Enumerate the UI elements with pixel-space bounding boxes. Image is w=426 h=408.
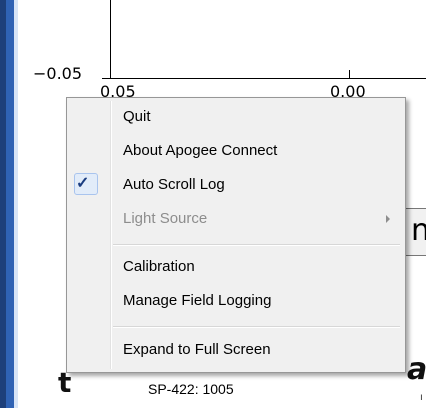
menu-item-about-apogee-connect[interactable]: About Apogee Connect bbox=[70, 137, 402, 165]
window-frame-left-highlight bbox=[14, 0, 18, 408]
menu-separator bbox=[113, 244, 400, 246]
background-text-fragment: ı bbox=[420, 392, 423, 403]
menu-item-manage-field-logging[interactable]: Manage Field Logging bbox=[70, 287, 402, 315]
check-icon: ✓ bbox=[76, 175, 90, 192]
menu-item-quit[interactable]: Quit bbox=[70, 103, 402, 131]
x-axis-tick bbox=[349, 70, 350, 78]
menu-item-label: Manage Field Logging bbox=[123, 292, 272, 309]
y-tick-label: −0.05 bbox=[33, 64, 83, 83]
submenu-arrow-icon bbox=[386, 215, 390, 223]
background-button[interactable]: n bbox=[403, 208, 426, 256]
device-label: SP-422: 1005 bbox=[148, 381, 234, 397]
menu-item-label: Quit bbox=[123, 108, 151, 125]
context-menu: Quit About Apogee Connect ✓ Auto Scroll … bbox=[66, 97, 406, 373]
menu-item-auto-scroll-log[interactable]: ✓ Auto Scroll Log bbox=[70, 171, 402, 199]
logo-fragment-right: a bbox=[407, 352, 426, 387]
menu-item-expand-to-full-screen[interactable]: Expand to Full Screen bbox=[70, 336, 402, 364]
menu-item-calibration[interactable]: Calibration bbox=[70, 253, 402, 281]
background-button-label: n bbox=[411, 213, 426, 248]
y-axis-tick bbox=[102, 78, 110, 79]
menu-item-light-source[interactable]: Light Source bbox=[70, 205, 402, 233]
menu-separator bbox=[113, 326, 400, 328]
menu-item-label: About Apogee Connect bbox=[123, 142, 278, 159]
menu-item-label: Light Source bbox=[123, 210, 208, 227]
window-frame-left-border bbox=[6, 0, 14, 408]
menu-item-label: Expand to Full Screen bbox=[123, 341, 271, 358]
menu-item-label: Auto Scroll Log bbox=[123, 176, 225, 193]
menu-item-label: Calibration bbox=[123, 258, 195, 275]
plot-area bbox=[110, 0, 426, 79]
